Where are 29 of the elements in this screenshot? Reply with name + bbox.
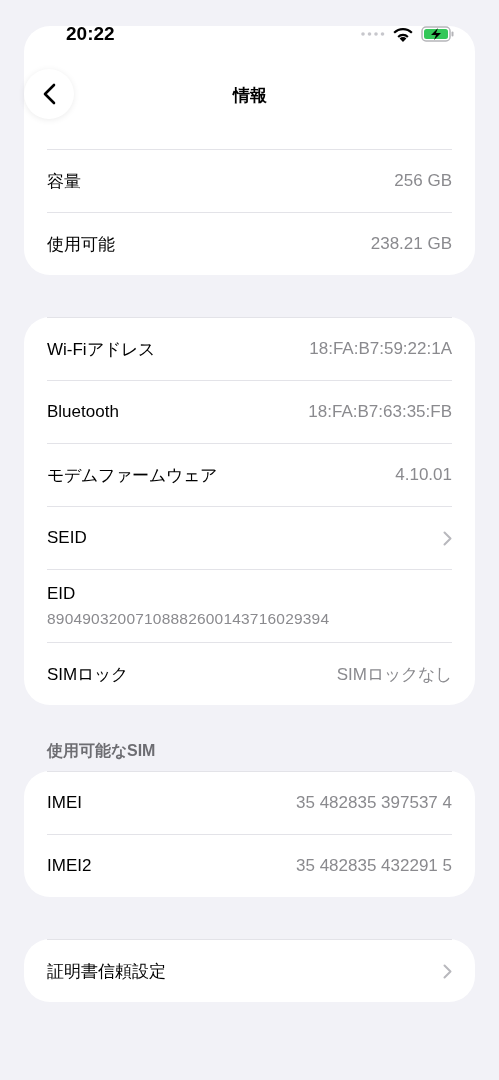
row-value: SIMロックなし — [336, 663, 452, 686]
chevron-icon — [443, 530, 452, 546]
section-header: 使用可能なSIM — [45, 741, 157, 762]
status-time: 20:22 — [66, 23, 115, 45]
wifi-icon — [393, 26, 413, 42]
row-value: 35 482835 432291 5 — [296, 856, 452, 876]
no-signal-icon — [361, 32, 385, 36]
row-label: 容量 — [47, 170, 81, 193]
row-value: 89049032007108882600143716029394 — [47, 610, 331, 628]
settings-row[interactable]: 証明書信頼設定 — [47, 939, 452, 1002]
row-label: モデムファームウェア — [47, 464, 217, 487]
row-value: 18:FA:B7:63:35:FB — [308, 402, 452, 422]
row-label: Wi-Fiアドレス — [47, 338, 155, 361]
row-value: 256 GB — [394, 171, 452, 191]
row-value: 18:FA:B7:59:22:1A — [309, 339, 452, 359]
settings-row[interactable]: SEID — [47, 506, 452, 569]
back-chevron-icon — [42, 83, 56, 105]
row-value: 35 482835 397537 4 — [296, 793, 452, 813]
row-label: IMEI — [47, 793, 82, 813]
battery-charging-icon — [421, 26, 455, 42]
chevron-icon — [443, 963, 452, 979]
row-label: IMEI2 — [47, 856, 92, 876]
row-label: SIMロック — [47, 663, 129, 686]
row-label: Bluetooth — [47, 402, 119, 422]
row-label: EID — [47, 584, 77, 604]
row-value: 238.21 GB — [370, 234, 452, 254]
row-label: 使用可能 — [47, 233, 115, 256]
row-value: 4.10.01 — [395, 465, 452, 485]
page-title: 情報 — [231, 85, 268, 107]
